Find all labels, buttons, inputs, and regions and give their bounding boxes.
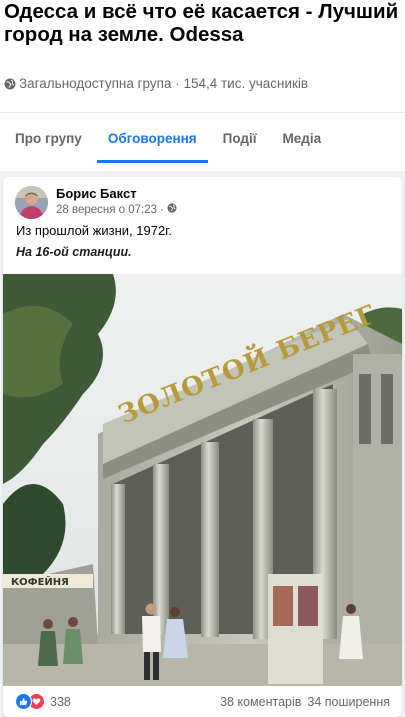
reactions[interactable]: 338 (15, 693, 71, 710)
tab-media[interactable]: Медіа (272, 113, 333, 163)
reaction-count[interactable]: 338 (50, 695, 71, 709)
like-icon (15, 693, 32, 710)
comments-count[interactable]: 38 коментарів (220, 695, 301, 709)
group-header: Одесса и всё что её касается - Лучший го… (0, 0, 405, 171)
post-footer: 338 38 коментарів 34 поширення (3, 686, 402, 717)
globe-icon (4, 78, 16, 90)
group-meta: Загальнодоступна група · 154,4 тис. учас… (4, 76, 308, 91)
shares-count[interactable]: 34 поширення (307, 695, 390, 709)
group-title[interactable]: Одесса и всё что её касается - Лучший го… (4, 0, 402, 46)
globe-icon (167, 203, 177, 216)
post-photo[interactable]: ЗОЛОТОЙ БЕРЕГ КОФЕЙНЯ (3, 274, 402, 686)
photo-sign-left: КОФЕЙНЯ (11, 575, 69, 588)
tab-discussion[interactable]: Обговорення (96, 113, 208, 163)
group-tabs: Про групу Обговорення Події Медіа (0, 112, 405, 163)
tab-events[interactable]: Події (212, 113, 268, 163)
post-subtext: На 16-ой станции. (16, 245, 132, 259)
author-name[interactable]: Борис Бакст (56, 186, 137, 201)
avatar[interactable] (15, 186, 48, 219)
footer-stats: 38 коментарів 34 поширення (220, 695, 390, 709)
group-meta-text: Загальнодоступна група · 154,4 тис. учас… (19, 76, 309, 91)
post-card: Борис Бакст 28 вересня о 07:23 · Из прош… (3, 177, 402, 717)
post-text: Из прошлой жизни, 1972г. (16, 223, 172, 238)
post-time: 28 вересня о 07:23 · (56, 203, 177, 216)
post-time-text[interactable]: 28 вересня о 07:23 · (56, 204, 164, 216)
tab-about[interactable]: Про групу (4, 113, 93, 163)
